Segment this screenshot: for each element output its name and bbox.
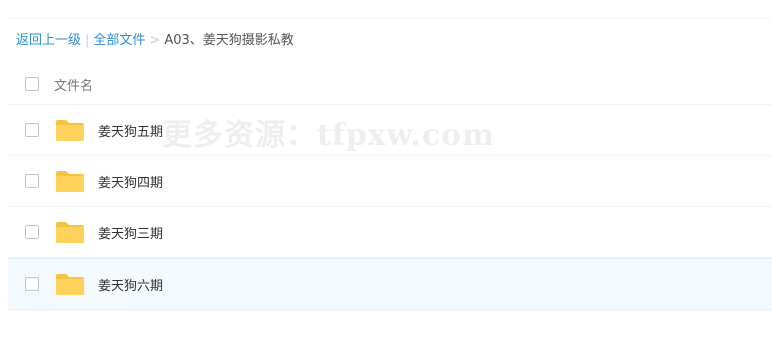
back-link[interactable]: 返回上一级 — [16, 33, 81, 48]
file-name[interactable]: 姜天狗三期 — [98, 223, 163, 242]
file-name[interactable]: 姜天狗六期 — [98, 275, 163, 294]
row-checkbox[interactable] — [25, 277, 39, 291]
file-row[interactable]: 姜天狗四期 — [8, 156, 772, 207]
file-list-header: 文件名 — [8, 64, 772, 105]
row-checkbox[interactable] — [25, 225, 39, 239]
folder-icon — [56, 222, 84, 243]
row-checkbox[interactable] — [25, 123, 39, 137]
file-row[interactable]: 姜天狗五期 — [8, 105, 772, 156]
breadcrumb-separator: | — [85, 33, 90, 48]
current-folder-name: A03、姜天狗摄影私教 — [164, 33, 294, 48]
file-list: 文件名 姜天狗五期 姜天狗四期 姜天狗三期 姜天狗六期 — [8, 64, 772, 310]
all-files-link[interactable]: 全部文件 — [93, 33, 145, 48]
file-name[interactable]: 姜天狗四期 — [98, 172, 163, 191]
breadcrumb: 返回上一级 | 全部文件 > A03、姜天狗摄影私教 — [16, 32, 294, 50]
top-divider — [8, 18, 772, 19]
breadcrumb-chevron: > — [149, 33, 161, 48]
folder-icon — [56, 274, 84, 295]
column-header-filename: 文件名 — [54, 78, 94, 94]
folder-icon — [56, 171, 84, 192]
folder-icon — [56, 120, 84, 141]
file-row[interactable]: 姜天狗六期 — [8, 258, 772, 310]
file-name[interactable]: 姜天狗五期 — [98, 121, 163, 140]
file-row[interactable]: 姜天狗三期 — [8, 207, 772, 258]
select-all-checkbox[interactable] — [25, 77, 39, 91]
row-checkbox[interactable] — [25, 174, 39, 188]
